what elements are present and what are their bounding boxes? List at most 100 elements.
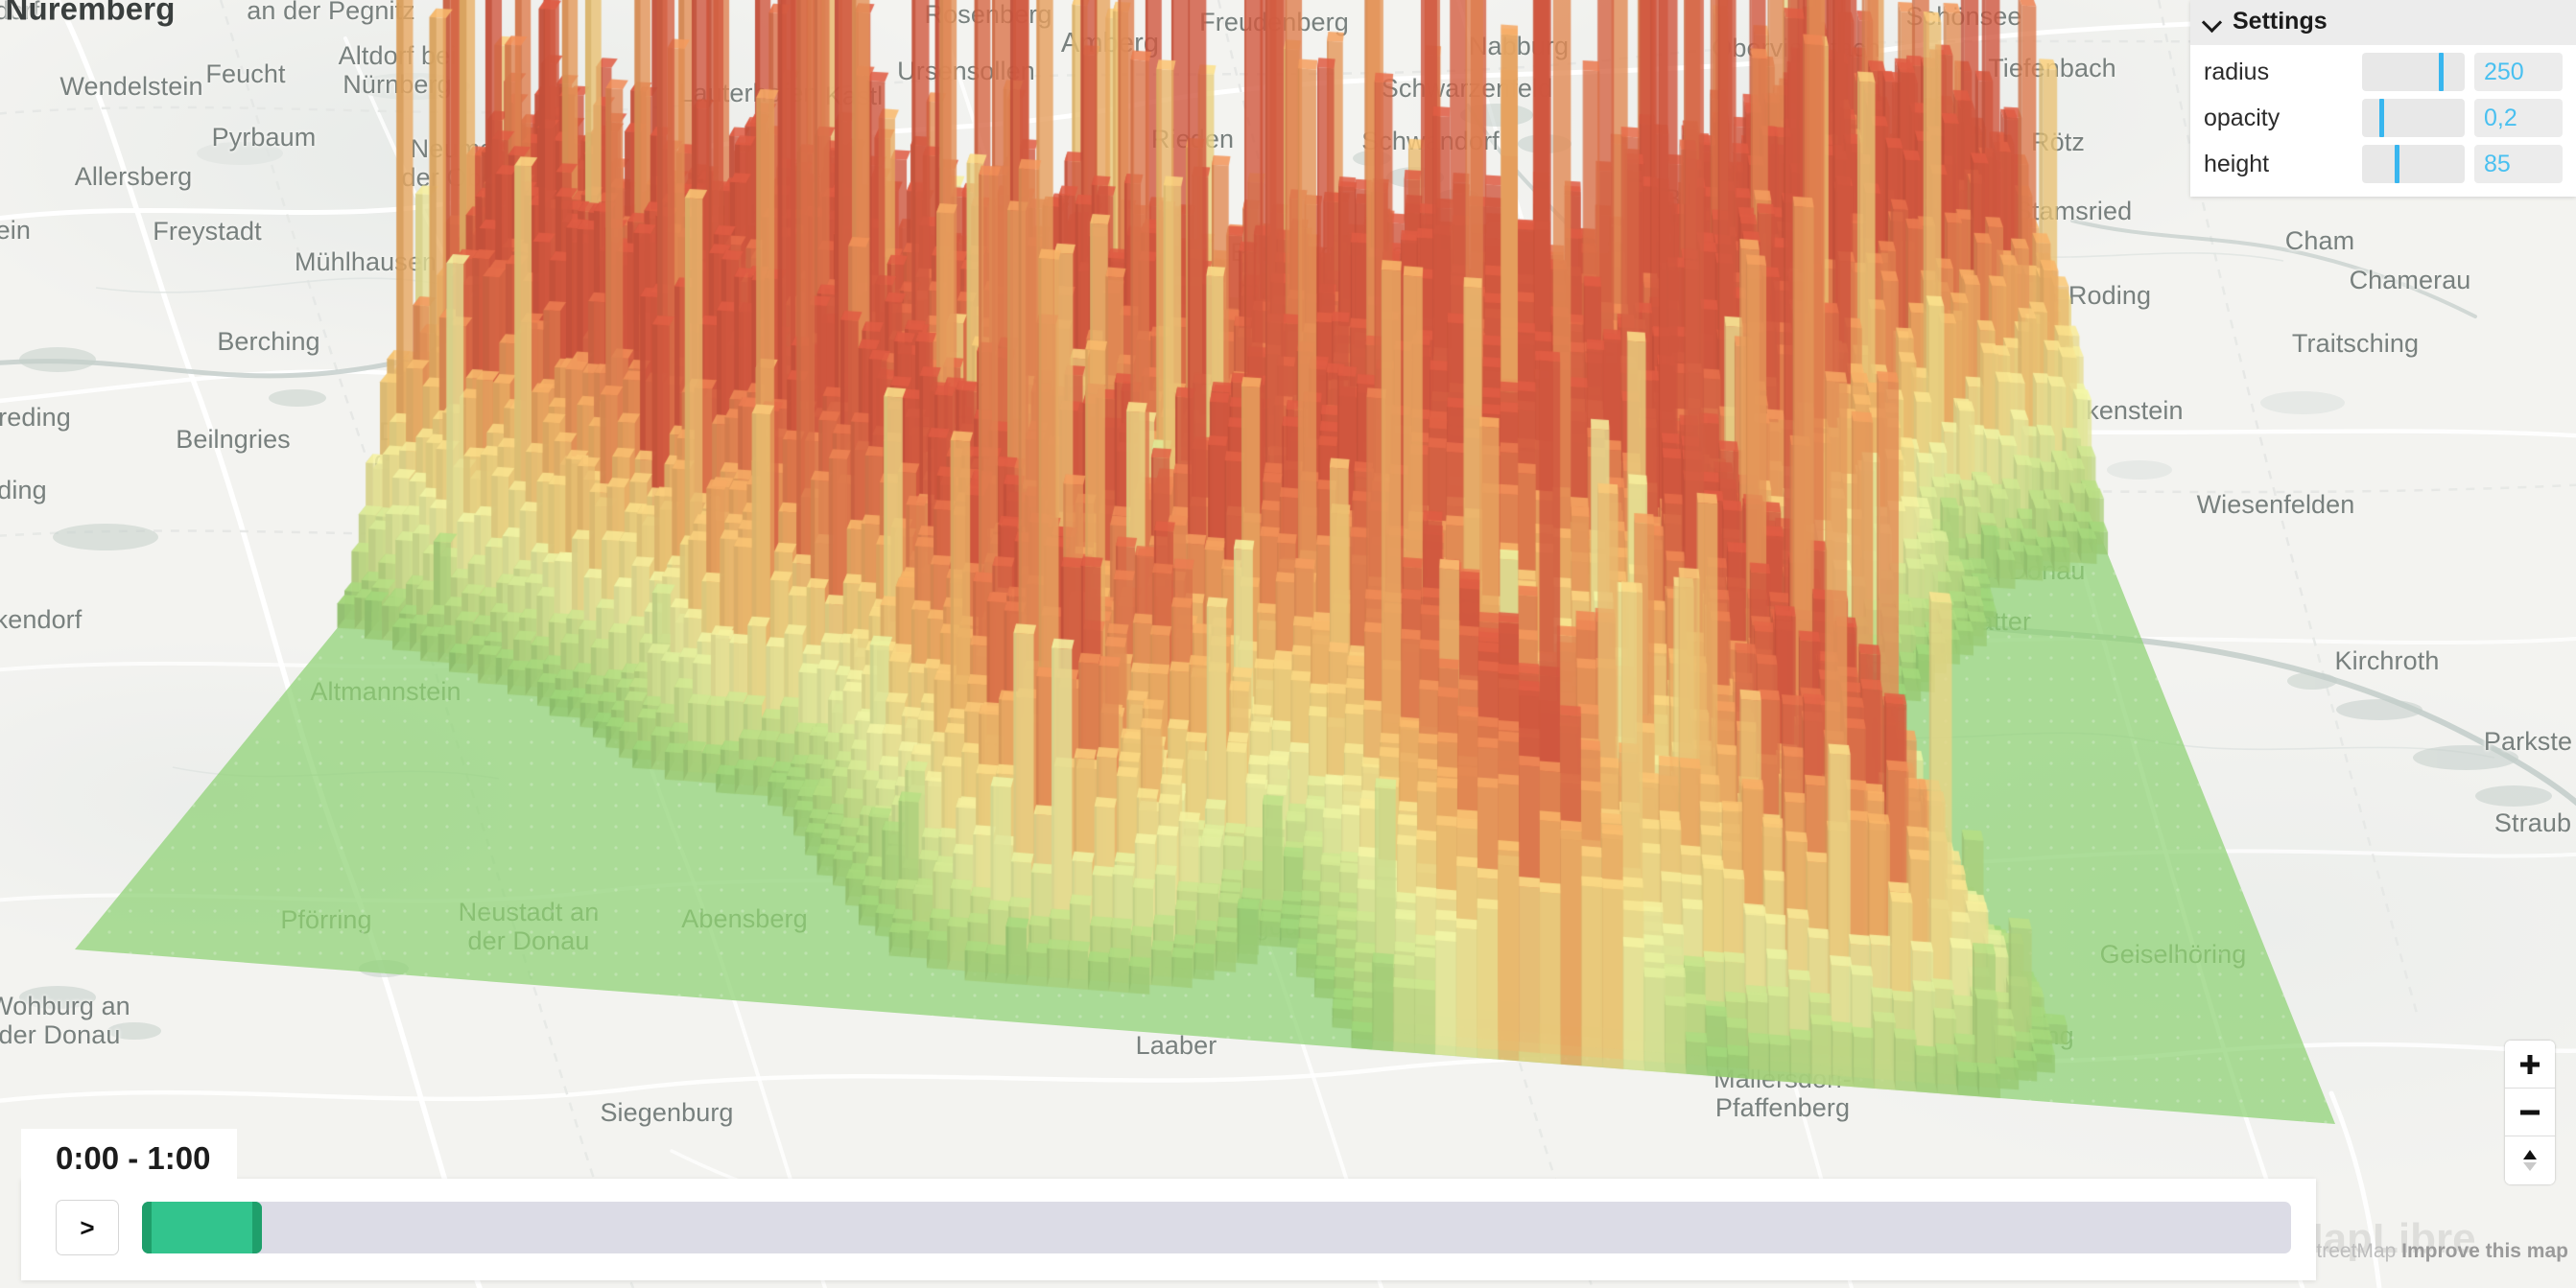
- setting-label-radius: radius: [2204, 58, 2270, 85]
- map-place-label: Regensburg: [1329, 489, 1482, 521]
- map-place-label: reding: [0, 402, 71, 432]
- chevron-down-icon[interactable]: [2204, 13, 2221, 31]
- map-place-label: Kirchroth: [2334, 645, 2440, 675]
- map-place-label: Chamerau: [2349, 265, 2471, 294]
- timeline-panel: 0:00 - 1:00 >: [21, 1129, 2316, 1280]
- zoom-out-button[interactable]: [2505, 1089, 2555, 1136]
- map-place-label: Nuremberg: [5, 0, 176, 27]
- map-place-label: Siegenburg: [600, 1097, 734, 1127]
- settings-panel-header[interactable]: Settings: [2190, 0, 2576, 45]
- map-place-label: Schönsee: [1905, 1, 2022, 31]
- map-place-label: Stamsried: [2014, 196, 2133, 225]
- map-place-label: Wenzenbach: [1501, 409, 1654, 438]
- map-place-label: Abensberg: [681, 903, 808, 933]
- timeline-controls: >: [21, 1179, 2316, 1280]
- minus-icon: [2520, 1110, 2540, 1114]
- map-place-label: Traitsching: [2291, 328, 2420, 358]
- map-place-label: Schwarzenfeld: [1381, 73, 1553, 103]
- settings-rows: radius 250 opacity 0,2 height 85: [2190, 45, 2576, 197]
- map-place-label: Schierling: [1412, 882, 1527, 912]
- map-application: dorf Nuremberg an der Pegnitz Rosenberg Freu…: [0, 0, 2576, 1288]
- map-place-label: Geiselhöring: [2099, 939, 2247, 969]
- map-place-label: Dietfurt an der Altmühl: [373, 416, 506, 475]
- map-place-label: Oberviechtach: [1712, 33, 1880, 62]
- map-place-label: Amberg: [1060, 27, 1160, 59]
- map-place-label: Lauterhofen: [678, 78, 818, 107]
- range-handle-left[interactable]: [142, 1202, 152, 1253]
- map-place-label: kendorf: [0, 604, 83, 634]
- map-place-label: ersdorf: [1364, 438, 1447, 468]
- map-place-label: Wörth an der Donau: [1963, 527, 2086, 585]
- map-place-label: Neutraubling: [1525, 550, 1675, 579]
- map-place-label: Kastl: [824, 81, 884, 110]
- map-place-label: Mallersdorf- Pfaffenberg: [1713, 1064, 1852, 1122]
- map-place-label: an der Pegnitz: [247, 0, 415, 25]
- map-place-label: Roding: [2068, 280, 2152, 310]
- opacity-slider[interactable]: [2362, 99, 2465, 137]
- map-place-label: Bruck in der Oberpfalz: [1664, 183, 1804, 242]
- map-place-label: Pfatter: [1953, 606, 2032, 636]
- map-place-label: Burglengenfeld: [1230, 237, 1406, 267]
- setting-row-radius: radius 250: [2190, 49, 2576, 95]
- map-place-label: Breitenbrunn: [476, 367, 626, 397]
- map-place-label: Freystadt: [153, 216, 262, 246]
- map-place-label: Falkenstein: [2049, 395, 2184, 425]
- opacity-slider-thumb[interactable]: [2379, 99, 2385, 137]
- map-place-label: Allersberg: [74, 161, 193, 191]
- height-slider[interactable]: [2362, 145, 2465, 183]
- map-place-label: dorf: [0, 0, 40, 25]
- map-place-label: Parkste: [2483, 726, 2573, 756]
- map-place-label: Berching: [217, 326, 320, 356]
- pitch-toggle-button[interactable]: [2505, 1136, 2555, 1184]
- map-place-label: Wohburg an der Donau: [0, 991, 130, 1049]
- setting-row-height: height 85: [2190, 141, 2576, 187]
- map-place-label: Cham: [2284, 225, 2355, 255]
- map-place-label: Laberweinting: [1911, 1020, 2074, 1050]
- play-button[interactable]: >: [56, 1200, 119, 1255]
- settings-panel: Settings radius 250 opacity 0,2 height 8…: [2190, 0, 2576, 197]
- map-place-label: Mühlhausen: [294, 246, 437, 276]
- radius-slider-thumb[interactable]: [2438, 53, 2444, 91]
- map-place-label: Ursensollen: [897, 56, 1035, 85]
- map-place-label: Deuerling: [979, 453, 1092, 482]
- height-slider-thumb[interactable]: [2394, 145, 2399, 183]
- time-range-selection[interactable]: [142, 1202, 263, 1253]
- map-place-label: ding: [0, 475, 47, 504]
- map-place-label: Regenstauf: [1391, 338, 1525, 367]
- improve-map-link[interactable]: Improve this map: [2401, 1240, 2568, 1262]
- plus-icon: [2520, 1054, 2540, 1074]
- map-place-label: Straub: [2493, 808, 2572, 837]
- range-handle-right[interactable]: [252, 1202, 263, 1253]
- radius-value-field[interactable]: 250: [2474, 53, 2563, 91]
- map-place-label: Wendelstein: [59, 71, 203, 101]
- map-place-label: Nabburg: [1468, 31, 1570, 60]
- map-place-label: Beilngries: [176, 424, 291, 454]
- map-place-label: Deining: [508, 196, 599, 225]
- height-value-field[interactable]: 85: [2474, 145, 2563, 183]
- map-place-label: Obertraubling: [1470, 586, 1629, 616]
- map-place-label: Riedenburg: [467, 560, 603, 590]
- map-place-label: Pau: [788, 505, 836, 535]
- opacity-value-field[interactable]: 0,2: [2474, 99, 2563, 137]
- time-range-label: 0:00 - 1:00: [21, 1129, 238, 1184]
- setting-row-opacity: opacity 0,2: [2190, 95, 2576, 141]
- setting-label-opacity: opacity: [2204, 104, 2281, 131]
- time-range-slider[interactable]: [142, 1202, 2291, 1253]
- map-place-label: Schwandorf: [1361, 126, 1500, 155]
- map-place-label: Neumarkt in der Oberpfalz: [401, 133, 560, 192]
- map-place-label: Rosenberg: [924, 0, 1052, 29]
- radius-slider[interactable]: [2362, 53, 2465, 91]
- compass-pitch-icon: [2523, 1150, 2537, 1171]
- map-place-label: Neunburg vorm Wald: [1751, 101, 1876, 159]
- map-place-label: Rieden: [1150, 124, 1235, 153]
- map-place-label: Velburg: [713, 199, 803, 229]
- map-place-label: Altdorf bei Nürnberg: [338, 40, 457, 99]
- map-place-label: Langquaid: [1211, 911, 1334, 941]
- map-place-label: Parsberg: [725, 276, 833, 306]
- map-place-label: Altmannstein: [310, 676, 461, 706]
- map-navigation-controls: [2505, 1041, 2555, 1184]
- map-place-label: Thalmassing: [1454, 696, 1604, 726]
- map-place-label: Pyrbaum: [211, 122, 317, 152]
- zoom-in-button[interactable]: [2505, 1041, 2555, 1089]
- map-place-label: Rötz: [2031, 127, 2085, 156]
